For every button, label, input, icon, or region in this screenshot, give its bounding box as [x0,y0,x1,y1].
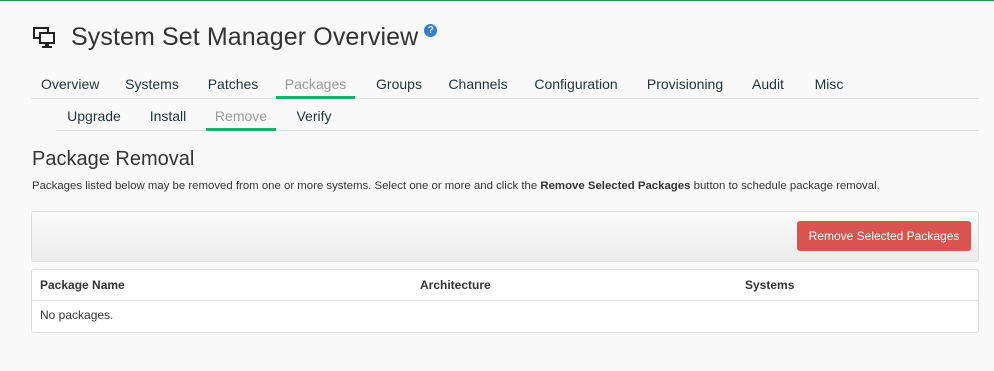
packages-table: Package Name Architecture Systems No pac… [31,269,979,333]
tab-audit[interactable]: Audit [749,70,787,98]
page-header: System Set Manager Overview ? [33,20,438,54]
tab-misc[interactable]: Misc [811,70,847,98]
tab-provisioning[interactable]: Provisioning [644,70,726,98]
description-text-bold: Remove Selected Packages [540,180,691,192]
top-accent-line [0,0,994,1]
packages-subtabs: Upgrade Install Remove Verify [56,102,979,131]
ssm-tabs: Overview Systems Patches Packages Groups… [31,70,979,99]
table-header-row: Package Name Architecture Systems [32,270,978,301]
subtab-verify[interactable]: Verify [292,102,336,130]
tab-systems[interactable]: Systems [123,70,181,98]
tab-patches[interactable]: Patches [205,70,261,98]
tab-packages[interactable]: Packages [276,70,355,99]
section-description: Packages listed below may be removed fro… [32,180,880,192]
remove-selected-packages-button[interactable]: Remove Selected Packages [797,221,971,251]
action-toolbar: Remove Selected Packages [31,211,979,262]
tab-channels[interactable]: Channels [447,70,509,98]
page-title: System Set Manager Overview [71,22,419,51]
description-text-after: button to schedule package removal. [690,180,880,192]
column-header-package-name[interactable]: Package Name [40,270,125,300]
subtab-remove[interactable]: Remove [206,102,276,131]
column-header-architecture[interactable]: Architecture [420,270,491,300]
description-text-before: Packages listed below may be removed fro… [32,180,541,192]
system-set-icon [33,27,55,48]
question-circle-icon[interactable]: ? [424,23,438,37]
column-header-systems[interactable]: Systems [745,270,794,300]
section-title: Package Removal [32,148,195,170]
empty-table-message: No packages. [40,308,114,322]
tab-overview[interactable]: Overview [41,70,99,98]
tab-configuration[interactable]: Configuration [533,70,619,98]
tab-groups[interactable]: Groups [373,70,425,98]
subtab-upgrade[interactable]: Upgrade [66,102,122,130]
subtab-install[interactable]: Install [147,102,189,130]
